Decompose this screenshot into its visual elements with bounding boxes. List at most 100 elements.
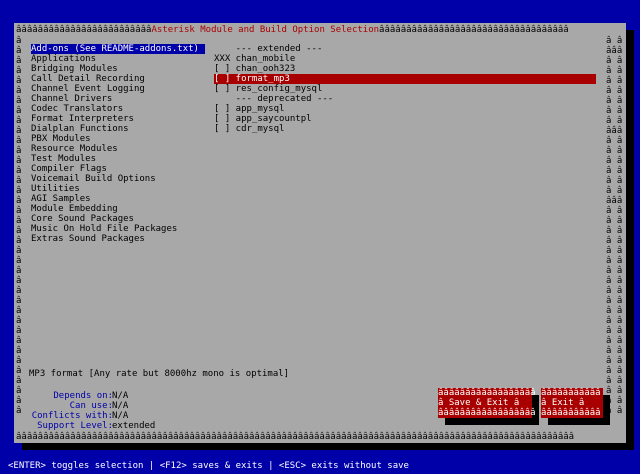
left-border-char: â [16, 206, 22, 216]
left-border-char: â [16, 356, 22, 366]
left-border-char: â [16, 166, 22, 176]
support-level-value: extended [112, 421, 156, 431]
right-border-chars: â â [606, 256, 623, 266]
right-border-chars: â â [606, 276, 623, 286]
right-border-chars: â â [606, 286, 623, 296]
left-border-char: â [16, 376, 22, 386]
right-border-chars: â â [606, 356, 623, 366]
right-border-chars: â â [606, 166, 623, 176]
can-use-label: Can use: [69, 401, 113, 411]
module-option[interactable]: XXX chan_mobile [214, 54, 295, 64]
right-border-chars: â â [606, 346, 623, 356]
category-item[interactable]: Bridging Modules [31, 64, 118, 74]
category-item[interactable]: Resource Modules [31, 144, 118, 154]
right-border-chars: â â [606, 206, 623, 216]
window-title: Asterisk Module and Build Option Selecti… [151, 25, 380, 35]
left-border-char: â [16, 76, 22, 86]
module-option[interactable]: [ ] app_mysql [214, 104, 284, 114]
left-border-char: â [16, 276, 22, 286]
category-item[interactable]: Voicemail Build Options [31, 174, 156, 184]
option-description: MP3 format [Any rate but 8000hz mono is … [29, 369, 290, 379]
left-border-char: â [16, 296, 22, 306]
left-border-char: â [16, 56, 22, 66]
category-item[interactable]: Call Detail Recording [31, 74, 145, 84]
can-use-value: N/A [112, 401, 129, 411]
support-level-label: Support Level: [37, 421, 113, 431]
left-border-char: â [16, 346, 22, 356]
right-border-chars: â â [606, 236, 623, 246]
footer-help: <ENTER> toggles selection | <F12> saves … [8, 461, 409, 471]
category-item[interactable]: Format Interpreters [31, 114, 134, 124]
bottom-border: ââââââââââââââââââââââââââââââââââââââââ… [16, 432, 575, 442]
right-border-chars: âââ [606, 126, 623, 136]
category-item[interactable]: PBX Modules [31, 134, 91, 144]
left-border-char: â [16, 326, 22, 336]
module-option[interactable]: [ ] chan_ooh323 [214, 64, 295, 74]
conflicts-with-value: N/A [112, 411, 129, 421]
left-border-char: â [16, 396, 22, 406]
category-item[interactable]: Applications [31, 54, 96, 64]
left-border-char: â [16, 146, 22, 156]
left-border-char: â [16, 126, 22, 136]
category-item[interactable]: Dialplan Functions [31, 124, 129, 134]
category-item[interactable]: Channel Drivers [31, 94, 112, 104]
menuselect-window: âââââââââââââââââââââââââAsterisk Module… [14, 23, 626, 443]
module-option[interactable]: --- deprecated --- [214, 94, 334, 104]
left-border-char: â [16, 186, 22, 196]
left-border-char: â [16, 46, 22, 56]
left-border-char: â [16, 196, 22, 206]
right-border-chars: â â [606, 106, 623, 116]
category-item[interactable]: Add-ons (See README-addons.txt) [31, 44, 205, 54]
left-border-char: â [16, 106, 22, 116]
left-border-char: â [16, 316, 22, 326]
left-border-char: â [16, 176, 22, 186]
module-option[interactable]: [ ] app_saycountpl [214, 114, 312, 124]
right-border-chars: â â [606, 216, 623, 226]
left-border-char: â [16, 386, 22, 396]
right-border-chars: â â [606, 116, 623, 126]
right-border-chars: â â [606, 146, 623, 156]
left-border-char: â [16, 116, 22, 126]
right-border-chars: â â [606, 316, 623, 326]
category-item[interactable]: AGI Samples [31, 194, 91, 204]
left-border-char: â [16, 216, 22, 226]
left-border-char: â [16, 96, 22, 106]
right-border-chars: â â [606, 296, 623, 306]
exit-button[interactable]: âââââââââââ â Exit â âââââââââââ [541, 388, 603, 418]
exit-button-label: â Exit â [541, 398, 585, 408]
right-border-chars: â â [606, 96, 623, 106]
category-item[interactable]: Codec Translators [31, 104, 123, 114]
right-border-chars: â â [606, 326, 623, 336]
module-option[interactable]: --- extended --- [214, 44, 323, 54]
module-option[interactable]: [ ] res_config_mysql [214, 84, 322, 94]
category-item[interactable]: Utilities [31, 184, 80, 194]
left-border-char: â [16, 266, 22, 276]
right-border-chars: â â [606, 336, 623, 346]
category-item[interactable]: Compiler Flags [31, 164, 107, 174]
module-option-selected[interactable]: [ ] format_mp3 [214, 74, 596, 84]
right-border-chars: â â [606, 186, 623, 196]
window-shadow-right [626, 30, 634, 450]
right-border-chars: â â [606, 266, 623, 276]
category-item[interactable]: Music On Hold File Packages [31, 224, 177, 234]
category-item[interactable]: Module Embedding [31, 204, 118, 214]
title-border-left: âââââââââââââââââââââââââ [16, 25, 152, 35]
category-item[interactable]: Extras Sound Packages [31, 234, 145, 244]
right-border-chars: â â [606, 226, 623, 236]
right-border-chars: â â [606, 376, 623, 386]
category-item[interactable]: Core Sound Packages [31, 214, 134, 224]
category-item[interactable]: Test Modules [31, 154, 96, 164]
save-exit-button-bottom: ââââââââââââââââââ [438, 408, 536, 418]
left-border-char: â [16, 336, 22, 346]
category-item[interactable]: Channel Event Logging [31, 84, 145, 94]
right-border-chars: â â [606, 366, 623, 376]
left-border-char: â [16, 406, 22, 416]
title-border-right: âââââââââââââââââââââââââââââââââââ [379, 25, 569, 35]
right-border-chars: â â [606, 66, 623, 76]
left-border-char: â [16, 86, 22, 96]
right-border-chars: â â [606, 36, 623, 46]
save-exit-button[interactable]: ââââââââââââââââââ â Save & Exit â âââââ… [438, 388, 536, 418]
left-border-char: â [16, 36, 22, 46]
module-option[interactable]: [ ] cdr_mysql [214, 124, 284, 134]
depends-on-label: Depends on: [53, 391, 113, 401]
